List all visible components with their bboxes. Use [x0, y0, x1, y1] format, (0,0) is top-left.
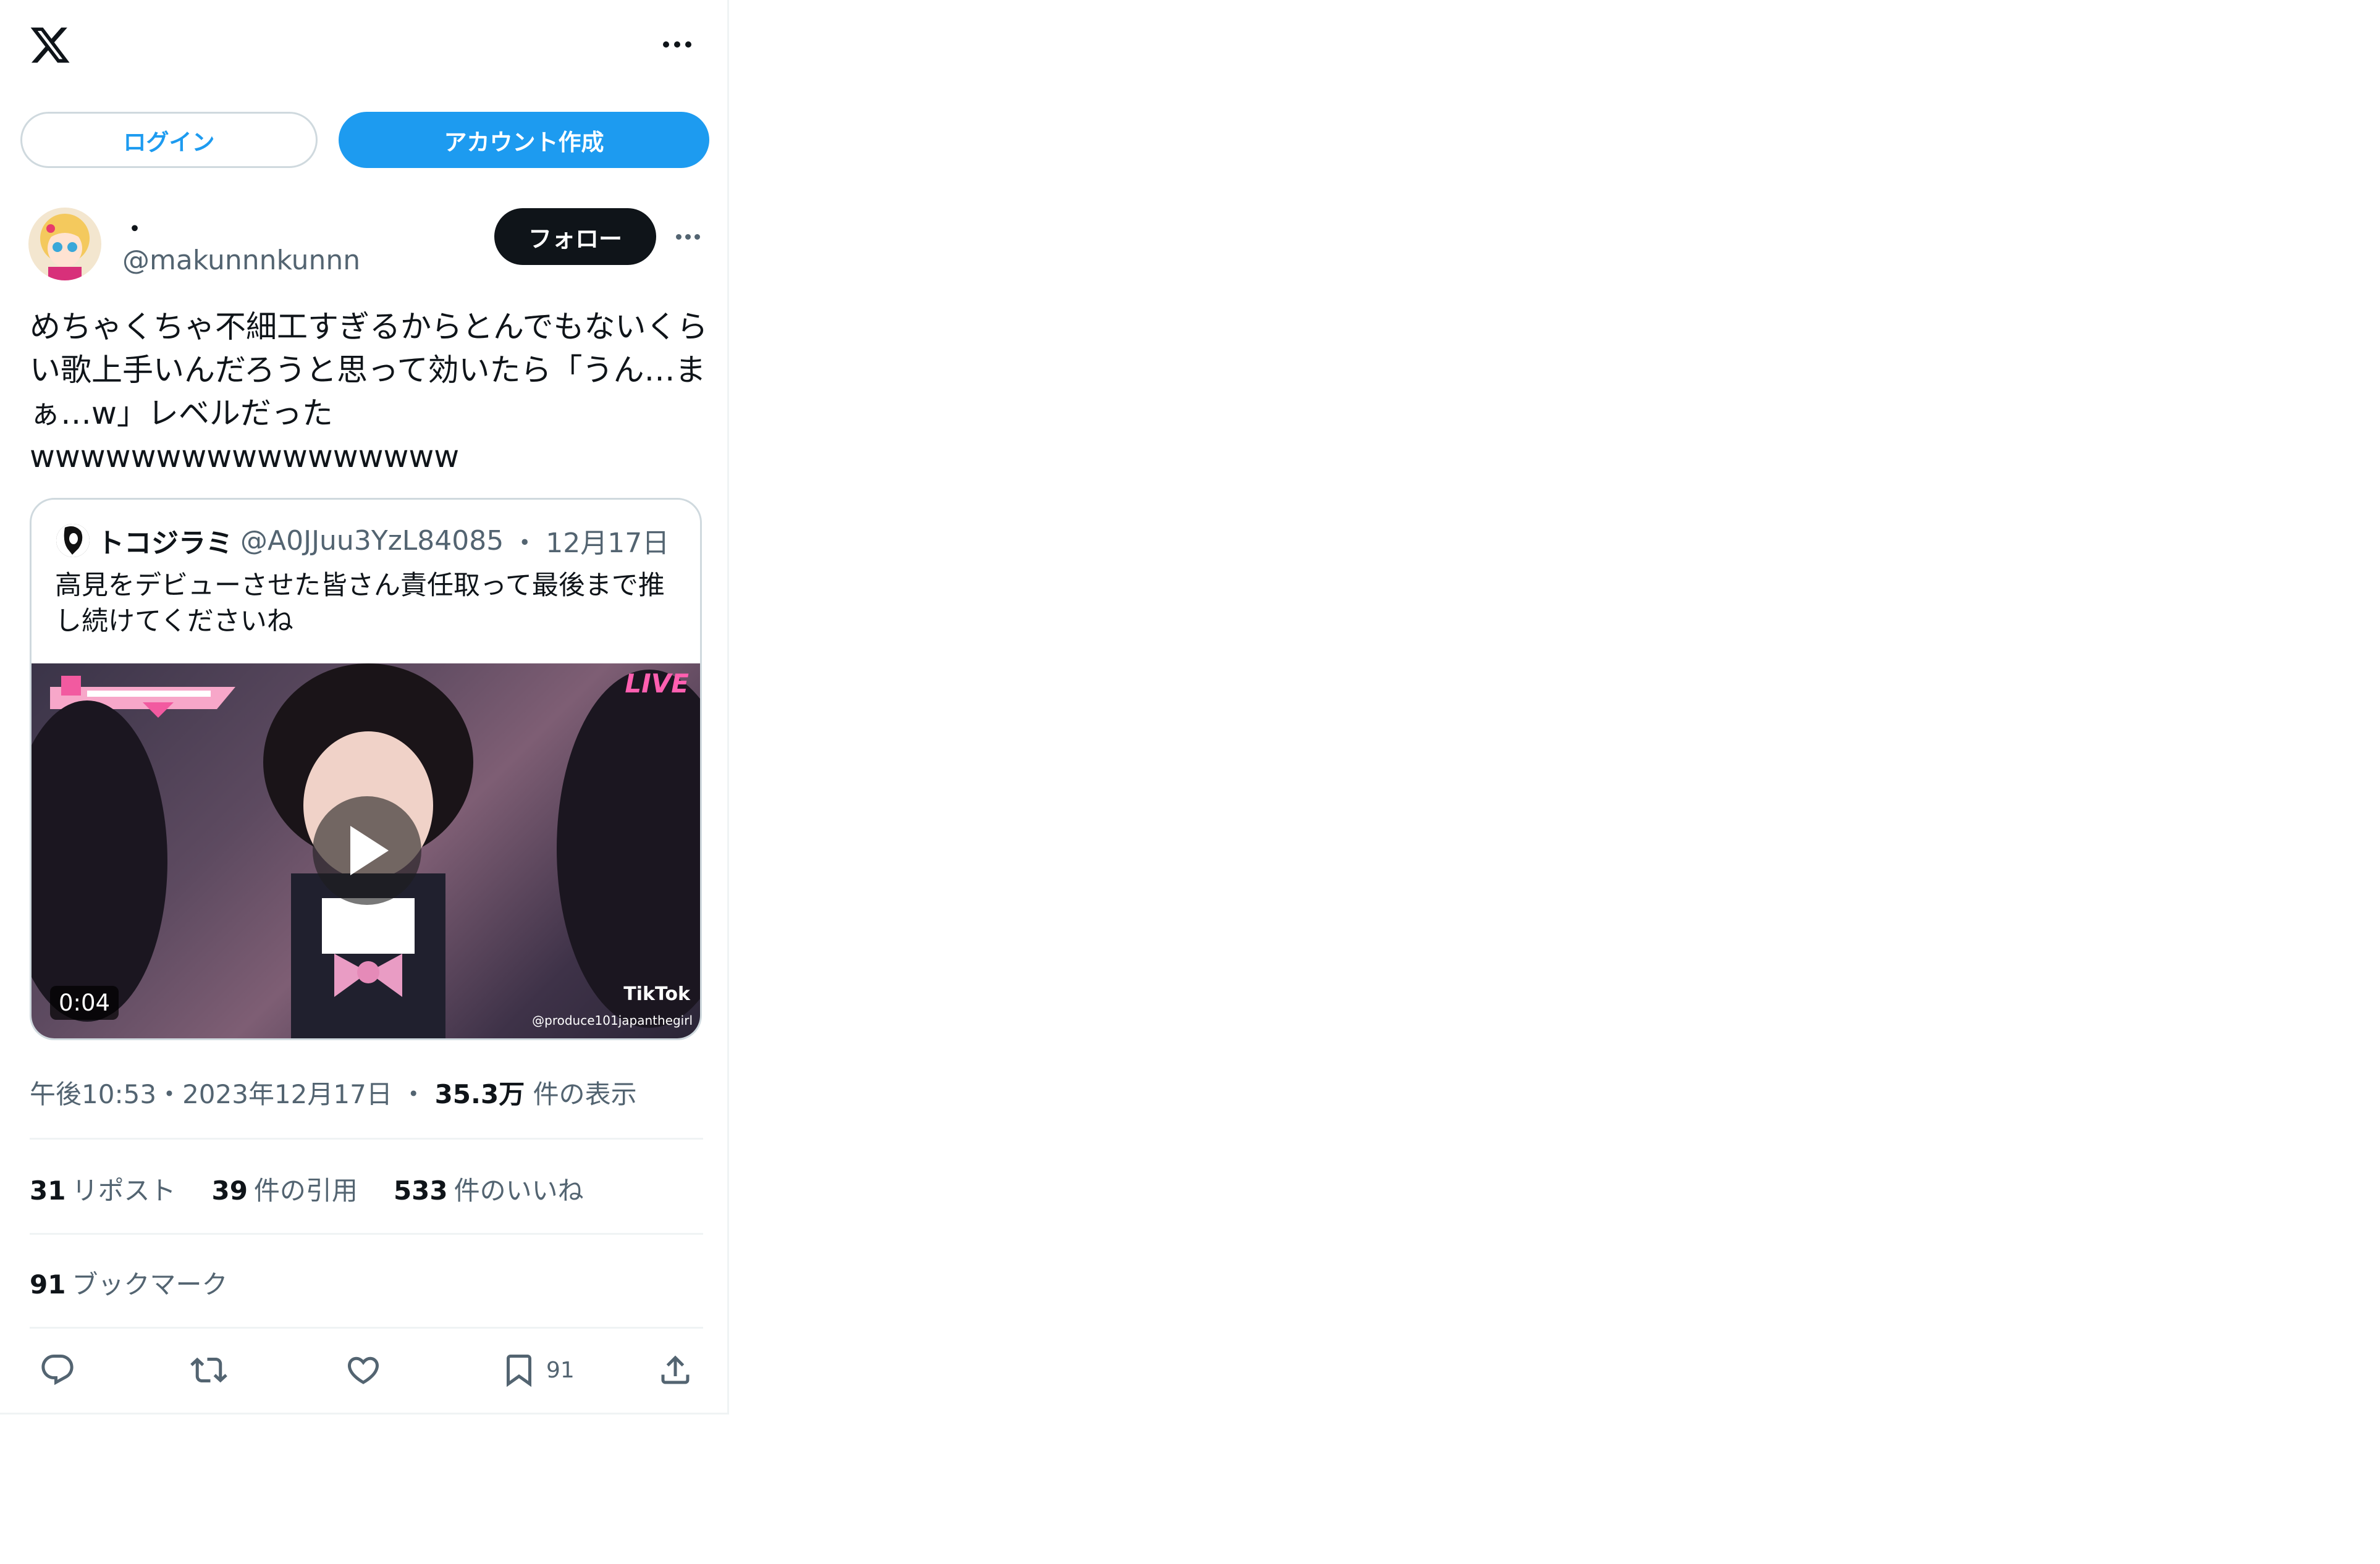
divider: [30, 1327, 703, 1329]
quote-author-handle[interactable]: @A0JJuu3YzL84085: [240, 525, 504, 557]
reposts-stat[interactable]: 31 リポスト: [30, 1170, 175, 1208]
reply-icon: [41, 1355, 74, 1385]
tiktok-watermark: TikTok: [623, 983, 690, 1005]
share-icon: [661, 1355, 690, 1384]
repost-button[interactable]: [190, 1345, 227, 1395]
quote-date[interactable]: 12月17日: [546, 521, 669, 560]
live-badge: LIVE: [625, 668, 689, 699]
tiktok-handle: @produce101japanthegirl: [532, 1013, 693, 1028]
video-duration: 0:04: [50, 986, 119, 1020]
views-label: 件の表示: [533, 1079, 637, 1109]
avatar[interactable]: [28, 208, 101, 280]
quoted-post[interactable]: トコジラミ @A0JJuu3YzL84085 ・ 12月17日 高見をデビューさ…: [30, 498, 702, 1040]
post-time[interactable]: 午後10:53: [30, 1079, 156, 1109]
quotes-stat[interactable]: 39 件の引用: [211, 1170, 357, 1208]
author-handle[interactable]: @makunnnkunnn: [122, 245, 360, 276]
quote-separator: ・: [511, 528, 539, 559]
follow-button[interactable]: フォロー: [494, 208, 656, 265]
engagement-stats: 31 リポスト 39 件の引用 533 件のいいね: [30, 1170, 584, 1208]
bookmark-button[interactable]: 91: [500, 1345, 575, 1395]
play-icon: [350, 826, 389, 875]
quote-avatar[interactable]: [56, 524, 90, 557]
post-date[interactable]: 2023年12月17日: [182, 1079, 392, 1109]
quote-text: 高見をデビューさせた皆さん責任取って最後まで推 し続けてくださいね: [55, 570, 665, 637]
divider: [30, 1233, 703, 1235]
post-more-icon[interactable]: [672, 224, 703, 249]
bookmark-stats: 91 ブックマーク: [30, 1264, 227, 1301]
views-count: 35.3万: [434, 1079, 525, 1109]
repost-icon: [190, 1357, 227, 1383]
author-name[interactable]: ・: [122, 209, 147, 245]
heart-icon: [347, 1356, 379, 1384]
signup-button[interactable]: アカウント作成: [339, 112, 709, 168]
post-text: めちゃくちゃ不細工すぎるからとんでもないくら い歌上手いんだろうと思って効いたら…: [30, 309, 708, 474]
like-button[interactable]: [345, 1345, 382, 1395]
bookmark-icon: [507, 1355, 531, 1387]
play-button[interactable]: [313, 796, 421, 905]
share-button[interactable]: [657, 1345, 694, 1395]
divider: [30, 1138, 703, 1140]
more-icon[interactable]: [659, 32, 696, 57]
bookmarks-stat: 91 ブックマーク: [30, 1269, 228, 1300]
video-player[interactable]: LIVE 0:04 TikTok @produce101japanthegirl: [32, 663, 700, 1038]
tweet-column: ログイン アカウント作成 ・ @makunnnkunnn フォロー めちゃくちゃ…: [0, 0, 729, 1415]
action-bar: 91: [30, 1345, 703, 1395]
meta-separator: ・: [400, 1079, 427, 1109]
likes-stat[interactable]: 533 件のいいね: [394, 1170, 584, 1208]
quote-author-name[interactable]: トコジラミ: [97, 521, 233, 560]
bookmark-count: 91: [546, 1357, 575, 1383]
reply-button[interactable]: [39, 1345, 76, 1395]
meta-separator: ・: [156, 1079, 183, 1109]
quote-header: トコジラミ @A0JJuu3YzL84085 ・ 12月17日: [56, 522, 669, 559]
post-meta: 午後10:53・2023年12月17日 ・ 35.3万 件の表示: [30, 1074, 637, 1111]
login-button[interactable]: ログイン: [20, 112, 318, 168]
x-logo-icon[interactable]: [28, 23, 72, 67]
